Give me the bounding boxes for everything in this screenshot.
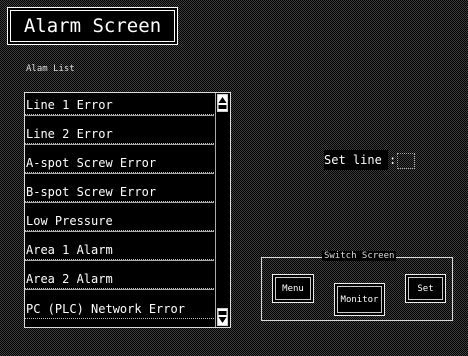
row-divider bbox=[25, 202, 214, 203]
list-item[interactable]: Area 2 Alarm bbox=[25, 269, 214, 289]
switch-screen-group: Switch Screen Menu Monitor Set bbox=[261, 251, 453, 321]
set-button[interactable]: Set bbox=[405, 274, 446, 303]
screen-title: Alarm Screen bbox=[10, 10, 175, 42]
screen-title-box: Alarm Screen bbox=[7, 7, 178, 45]
set-button-label: Set bbox=[417, 283, 434, 294]
triangle-up-icon bbox=[218, 96, 227, 110]
menu-button-label: Menu bbox=[282, 283, 304, 294]
row-divider bbox=[25, 115, 214, 116]
row-divider bbox=[25, 231, 214, 232]
monitor-button[interactable]: Monitor bbox=[334, 283, 385, 316]
triangle-down-icon bbox=[218, 310, 227, 324]
list-item[interactable]: Line 2 Error bbox=[25, 124, 214, 144]
row-divider bbox=[25, 144, 214, 145]
menu-button[interactable]: Menu bbox=[272, 274, 314, 303]
set-line-display: Set line : bbox=[324, 150, 416, 170]
list-item[interactable]: Line 1 Error bbox=[25, 95, 214, 115]
list-item[interactable]: PC (PLC) Network Error bbox=[25, 299, 214, 319]
scroll-down-button[interactable] bbox=[217, 308, 228, 326]
alarm-list-label: Alam List bbox=[26, 64, 75, 74]
list-item[interactable]: A-spot Screw Error bbox=[25, 153, 214, 173]
switch-screen-label: Switch Screen bbox=[322, 251, 397, 261]
set-line-label: Set line : bbox=[324, 153, 397, 167]
scroll-up-button[interactable] bbox=[217, 94, 228, 112]
row-divider bbox=[25, 289, 214, 290]
set-line-value[interactable] bbox=[397, 152, 416, 169]
list-item[interactable]: Low Pressure bbox=[25, 211, 214, 231]
alarm-list[interactable]: Line 1 Error Line 2 Error A-spot Screw E… bbox=[24, 92, 231, 328]
list-item[interactable]: B-spot Screw Error bbox=[25, 182, 214, 202]
monitor-button-label: Monitor bbox=[340, 294, 379, 305]
row-divider bbox=[25, 260, 214, 261]
row-divider bbox=[25, 173, 214, 174]
alarm-list-scrollbar[interactable] bbox=[215, 93, 229, 327]
list-item[interactable]: Area 1 Alarm bbox=[25, 240, 214, 260]
